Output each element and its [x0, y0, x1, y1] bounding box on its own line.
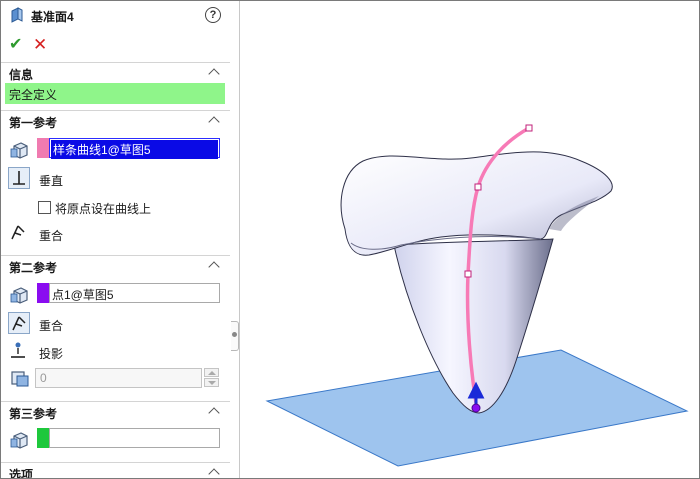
status-message: 完全定义	[5, 83, 225, 104]
origin-on-curve-checkbox[interactable]	[38, 201, 51, 214]
first-ref-selection-field[interactable]: 样条曲线1@草图5	[49, 138, 220, 159]
count-value: 0	[40, 371, 47, 385]
projection-button[interactable]	[8, 340, 30, 362]
second-ref-title: 第二参考	[9, 261, 58, 275]
cancel-button[interactable]: ✕	[33, 36, 47, 53]
third-ref-section-header[interactable]: 第三参考	[1, 401, 230, 422]
spline-point-handle[interactable]	[525, 124, 533, 132]
chevron-up-icon[interactable]	[208, 261, 220, 273]
coincident-label: 重合	[39, 229, 64, 243]
coincident-label: 重合	[39, 319, 64, 333]
chevron-up-icon[interactable]	[208, 116, 220, 128]
third-ref-title: 第三参考	[9, 407, 58, 421]
chevron-up-icon[interactable]	[208, 468, 220, 478]
projection-label: 投影	[39, 347, 64, 361]
options-section-header[interactable]: 选项	[1, 462, 230, 479]
origin-on-curve-label: 将原点设在曲线上	[55, 202, 152, 216]
spline-point-handle[interactable]	[474, 183, 482, 191]
feature-title: 基准面4	[31, 10, 74, 24]
third-ref-selection-field[interactable]	[49, 428, 220, 448]
panel-splitter[interactable]	[230, 1, 240, 478]
chevron-up-icon[interactable]	[208, 407, 220, 419]
second-ref-value: 点1@草图5	[52, 288, 114, 302]
spin-down-button[interactable]	[204, 378, 219, 387]
reference-cube-icon	[10, 432, 28, 449]
perpendicular-label: 垂直	[39, 174, 64, 188]
first-ref-title: 第一参考	[9, 116, 58, 130]
second-ref-section-header[interactable]: 第二参考	[1, 255, 230, 276]
plane-feature-icon	[11, 7, 23, 23]
coincident-button[interactable]	[8, 312, 30, 334]
info-section-title: 信息	[9, 68, 34, 82]
spline-point-handle[interactable]	[464, 270, 472, 278]
perpendicular-icon	[13, 171, 25, 185]
splitter-grip[interactable]	[231, 321, 239, 351]
perpendicular-button[interactable]	[8, 167, 30, 189]
options-title: 选项	[9, 468, 34, 479]
graphics-viewport[interactable]	[240, 1, 700, 479]
second-ref-selection-field[interactable]: 点1@草图5	[49, 283, 220, 303]
property-manager: 基准面4 ? ✔ ✕ 信息 完全定义 第一参考 样条曲线1@草图5 垂直 将原点…	[1, 1, 231, 479]
third-ref-color-swatch	[37, 428, 49, 448]
first-ref-color-swatch	[37, 138, 49, 158]
sketch-point[interactable]	[471, 403, 481, 413]
reference-cube-icon	[10, 142, 28, 159]
panel-titlebar: 基准面4 ?	[1, 1, 230, 31]
spin-up-button[interactable]	[204, 368, 219, 377]
chevron-down-icon	[208, 381, 216, 385]
coincident-button[interactable]	[8, 222, 30, 244]
chevron-up-icon[interactable]	[208, 68, 220, 80]
info-section-header[interactable]: 信息	[1, 62, 230, 83]
second-ref-color-swatch	[37, 283, 49, 303]
funnel-top-lip[interactable]	[340, 151, 613, 256]
ok-button[interactable]: ✔	[9, 37, 22, 53]
reference-cube-icon	[10, 287, 28, 304]
coincident-icon	[11, 225, 25, 240]
projection-icon	[11, 342, 25, 358]
first-ref-value: 样条曲线1@草图5	[51, 140, 218, 159]
help-icon[interactable]: ?	[205, 7, 221, 23]
grip-dot-icon	[232, 332, 237, 337]
chevron-up-icon	[208, 371, 216, 375]
status-text: 完全定义	[9, 88, 58, 102]
app-window: 基准面4 ? ✔ ✕ 信息 完全定义 第一参考 样条曲线1@草图5 垂直 将原点…	[0, 0, 700, 479]
distance-count-icon	[11, 371, 29, 387]
coincident-icon	[12, 316, 26, 331]
count-input[interactable]: 0	[35, 368, 202, 388]
model-view[interactable]	[240, 1, 700, 479]
first-ref-section-header[interactable]: 第一参考	[1, 110, 230, 131]
